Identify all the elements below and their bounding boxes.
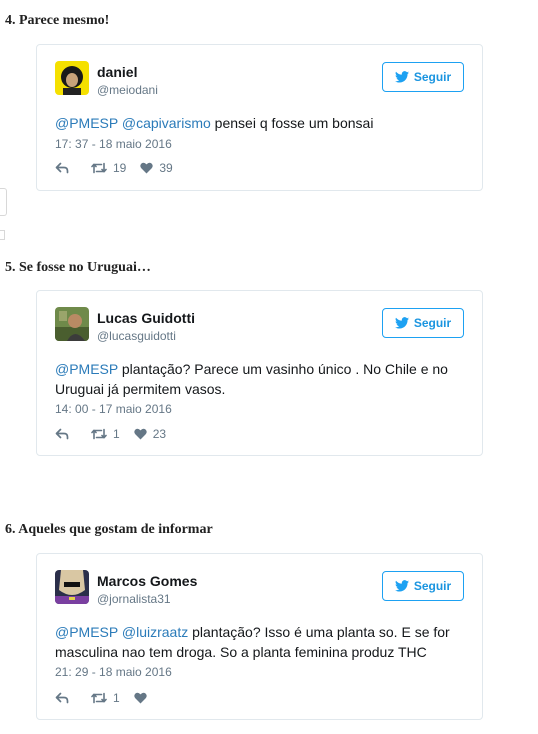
section-heading-6: 6. Aqueles que gostam de informar [5, 522, 213, 537]
author-handle[interactable]: @lucasguidotti [97, 329, 176, 343]
tweet-actions: 1 23 [55, 427, 166, 441]
avatar[interactable] [55, 61, 89, 95]
follow-button[interactable]: Seguir [382, 571, 464, 601]
reply-icon [55, 692, 69, 704]
tweet-card-daniel: daniel @meiodani Seguir @PMESP @capivari… [36, 44, 483, 191]
tweet-text: @PMESP @luizraatz plantação? Isso é uma … [55, 622, 466, 662]
reply-button[interactable] [55, 428, 69, 440]
retweet-button[interactable]: 19 [91, 161, 126, 175]
tweet-text: @PMESP @capivarismo pensei q fosse um bo… [55, 113, 466, 133]
retweet-count: 19 [113, 161, 127, 175]
timestamp[interactable]: 21: 29 - 18 maio 2016 [55, 665, 172, 679]
like-button[interactable]: 23 [134, 427, 166, 441]
mention-link[interactable]: @PMESP [55, 624, 118, 640]
reply-button[interactable] [55, 692, 69, 704]
reply-button[interactable] [55, 162, 69, 174]
tweet-card-marcos: Marcos Gomes @jornalista31 Seguir @PMESP… [36, 553, 483, 720]
reply-icon [55, 428, 69, 440]
section-heading-5: 5. Se fosse no Uruguai… [5, 260, 151, 275]
section-heading-4: 4. Parece mesmo! [5, 13, 110, 28]
tweet-actions: 19 39 [55, 161, 173, 175]
follow-label: Seguir [413, 316, 452, 330]
retweet-count: 1 [113, 691, 120, 705]
author-name[interactable]: daniel [97, 64, 137, 80]
timestamp[interactable]: 14: 00 - 17 maio 2016 [55, 402, 172, 416]
author-name[interactable]: Marcos Gomes [97, 573, 197, 589]
bird-icon [394, 317, 409, 329]
tweet-text: @PMESP plantação? Parece um vasinho únic… [55, 359, 466, 399]
like-button[interactable]: 39 [140, 161, 173, 175]
heart-icon [134, 428, 147, 440]
tweet-actions: 1 [55, 691, 147, 705]
mention-link[interactable]: @PMESP [55, 361, 118, 377]
author-handle[interactable]: @meiodani [97, 83, 158, 97]
left-edge-fragment [0, 188, 7, 216]
follow-button[interactable]: Seguir [382, 62, 464, 92]
avatar[interactable] [55, 307, 89, 341]
mention-link[interactable]: @luizraatz [122, 624, 188, 640]
mention-link[interactable]: @PMESP [55, 115, 118, 131]
like-count: 39 [159, 161, 173, 175]
author-name[interactable]: Lucas Guidotti [97, 310, 195, 326]
follow-label: Seguir [413, 579, 452, 593]
retweet-button[interactable]: 1 [91, 691, 120, 705]
follow-button[interactable]: Seguir [382, 308, 464, 338]
timestamp[interactable]: 17: 37 - 18 maio 2016 [55, 137, 172, 151]
left-edge-fragment-small [0, 230, 5, 240]
bird-icon [394, 580, 409, 592]
retweet-count: 1 [113, 427, 120, 441]
like-count: 23 [152, 427, 167, 441]
retweet-icon [91, 692, 107, 704]
reply-icon [55, 162, 69, 174]
heart-icon [134, 692, 147, 704]
retweet-button[interactable]: 1 [91, 427, 120, 441]
follow-label: Seguir [413, 70, 452, 84]
avatar[interactable] [55, 570, 89, 604]
tweet-card-lucas: Lucas Guidotti @lucasguidotti Seguir @PM… [36, 290, 483, 456]
bird-icon [394, 71, 409, 83]
author-handle[interactable]: @jornalista31 [97, 592, 171, 606]
mention-link[interactable]: @capivarismo [122, 115, 211, 131]
text-fragment: pensei q fosse um bonsai [210, 115, 374, 131]
retweet-icon [91, 162, 107, 174]
heart-icon [140, 162, 154, 174]
retweet-icon [91, 428, 107, 440]
like-button[interactable] [134, 692, 147, 704]
